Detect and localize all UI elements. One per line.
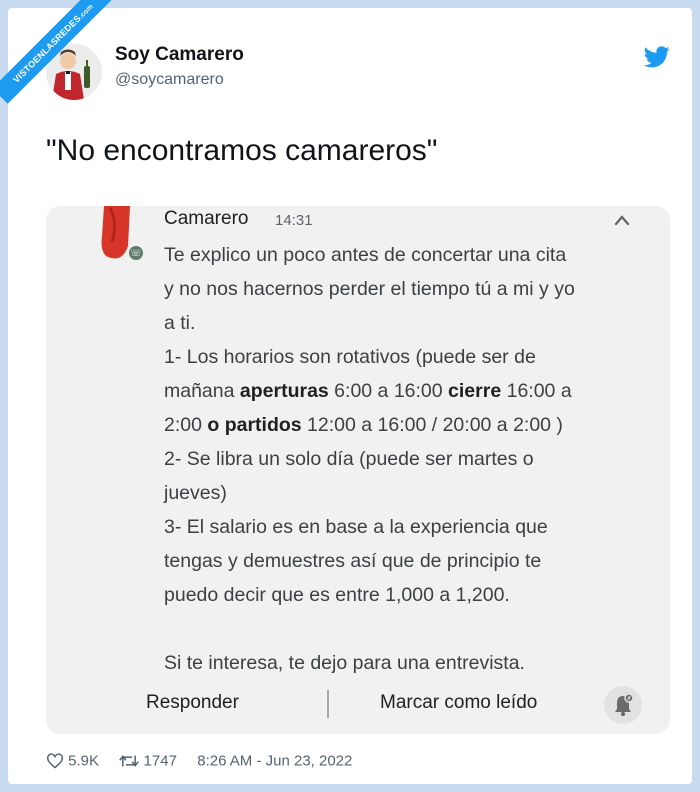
message-text: y no nos hacernos perder el tiempo tú a … [164, 278, 575, 300]
message-line: y no nos hacernos perder el tiempo tú a … [164, 272, 634, 306]
message-text: tengas y demuestres así que de principio… [164, 550, 542, 572]
message-text: 2:00 [164, 414, 208, 436]
watermark-sub: .com [77, 3, 95, 21]
tweet-card: VISTOENLASREDES.com Soy Camarero @soycam… [0, 0, 692, 784]
message-text: Si te interesa, te dejo para una entrevi… [164, 652, 525, 674]
notification-screenshot: ☏ Camarero 14:31 Te explico un poco ante… [46, 206, 670, 734]
message-text: jueves) [164, 482, 227, 504]
message-text: mañana [164, 380, 240, 402]
message-text: puedo decir que es entre 1,000 a 1,200. [164, 584, 510, 606]
message-line: tengas y demuestres así que de principio… [164, 544, 634, 578]
tweet-timestamp[interactable]: 8:26 AM - Jun 23, 2022 [197, 753, 352, 770]
like-count: 5.9K [68, 752, 100, 770]
author-name[interactable]: Soy Camarero [115, 44, 244, 66]
message-text: 6:00 a 16:00 [328, 380, 449, 402]
message-sender: Camarero [164, 208, 249, 229]
twitter-bird-icon[interactable] [644, 46, 670, 68]
message-text: Te explico un poco antes de concertar un… [164, 244, 567, 266]
message-line: 2:00 o partidos 12:00 a 16:00 / 20:00 a … [164, 408, 634, 442]
mute-bell-button[interactable] [604, 686, 642, 724]
message-text: 1- Los horarios son rotativos (puede ser… [164, 346, 536, 368]
message-line: a ti. [164, 306, 634, 340]
message-line: Te explico un poco antes de concertar un… [164, 238, 634, 272]
bell-snooze-icon [615, 693, 634, 717]
message-text: 16:00 a [501, 380, 572, 402]
message-line: 2- Se libra un solo día (puede ser marte… [164, 442, 634, 476]
message-time: 14:31 [275, 212, 313, 229]
author-handle[interactable]: @soycamarero [115, 71, 224, 89]
message-body: Te explico un poco antes de concertar un… [164, 238, 634, 680]
message-bold-text: o partidos [207, 414, 302, 436]
retweet-count: 1747 [143, 752, 177, 770]
action-divider [327, 690, 329, 718]
message-text: 2- Se libra un solo día (puede ser marte… [164, 448, 534, 470]
message-text: a ti. [164, 312, 196, 334]
message-line: mañana aperturas 6:00 a 16:00 cierre 16:… [164, 374, 634, 408]
message-text: 3- El salario es en base a la experienci… [164, 516, 548, 538]
whatsapp-badge-icon: ☏ [129, 246, 143, 260]
tweet-footer: 5.9K 1747 8:26 AM - Jun 23, 2022 [46, 752, 352, 770]
heart-icon[interactable] [46, 753, 64, 769]
reply-button[interactable]: Responder [146, 692, 239, 714]
message-bold-text: aperturas [239, 380, 329, 402]
chevron-up-icon[interactable] [614, 214, 630, 226]
message-line: Si te interesa, te dejo para una entrevi… [164, 646, 634, 680]
message-line: puedo decir que es entre 1,000 a 1,200. [164, 578, 634, 612]
retweet-icon[interactable] [119, 754, 140, 768]
tweet-text: "No encontramos camareros" [46, 134, 438, 167]
message-line: jueves) [164, 476, 634, 510]
message-line [164, 612, 634, 646]
message-text: 12:00 a 16:00 / 20:00 a 2:00 ) [301, 414, 563, 436]
message-line: 1- Los horarios son rotativos (puede ser… [164, 340, 634, 374]
message-bold-text: cierre [448, 380, 502, 402]
message-line: 3- El salario es en base a la experienci… [164, 510, 634, 544]
mark-read-button[interactable]: Marcar como leído [380, 692, 537, 714]
